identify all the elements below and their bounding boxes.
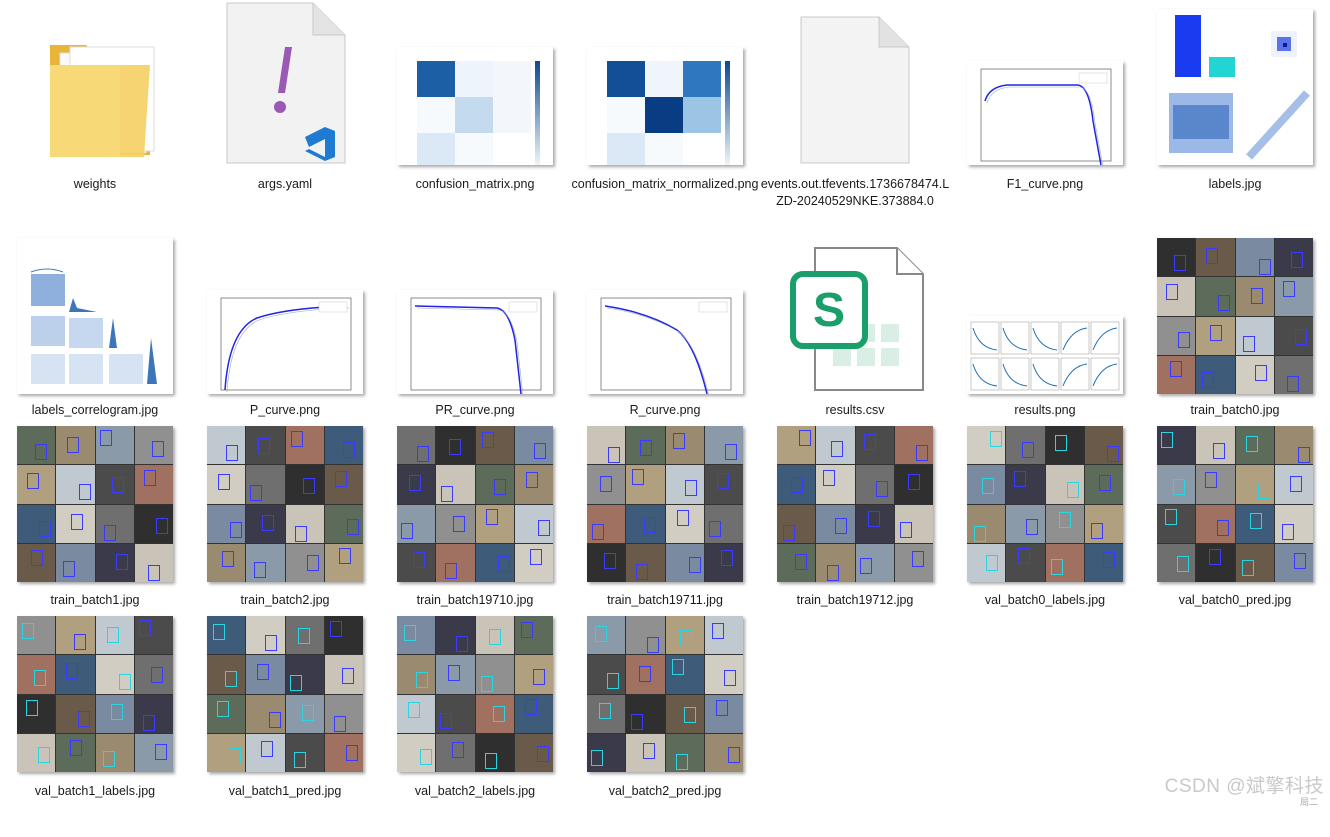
svg-text:S: S bbox=[813, 284, 845, 337]
file-thumbnail bbox=[190, 230, 380, 394]
file-name-label: results.csv bbox=[825, 403, 885, 417]
file-name-label: train_batch19711.jpg bbox=[607, 593, 723, 607]
file-thumbnail bbox=[0, 612, 190, 772]
file-name-label: confusion_matrix_normalized.png bbox=[571, 177, 759, 191]
file-name-label: val_batch0_labels.jpg bbox=[984, 593, 1106, 607]
file-name-label: val_batch2_pred.jpg bbox=[608, 784, 722, 798]
file-name-label: F1_curve.png bbox=[1006, 177, 1084, 191]
file-thumbnail bbox=[380, 5, 570, 165]
spreadsheet-icon: S bbox=[790, 247, 924, 391]
file-item[interactable]: args.yaml bbox=[190, 2, 380, 230]
photo-mosaic-thumbnail bbox=[397, 426, 553, 582]
file-thumbnail bbox=[760, 5, 950, 165]
file-thumbnail bbox=[190, 2, 380, 165]
folder-icon bbox=[50, 45, 155, 157]
file-item[interactable]: val_batch2_pred.jpg bbox=[570, 612, 760, 837]
document-icon bbox=[800, 16, 910, 164]
file-name-label: val_batch1_pred.jpg bbox=[228, 784, 342, 798]
file-thumbnail bbox=[950, 422, 1140, 582]
file-name-label: weights bbox=[73, 177, 117, 191]
confusion-matrix-thumbnail bbox=[417, 61, 540, 165]
file-thumbnail: S bbox=[760, 230, 950, 394]
file-item[interactable]: val_batch2_labels.jpg bbox=[380, 612, 570, 837]
photo-mosaic-thumbnail bbox=[207, 426, 363, 582]
file-name-label: PR_curve.png bbox=[435, 403, 515, 417]
file-name-label: confusion_matrix.png bbox=[415, 177, 535, 191]
file-item[interactable]: labels.jpg bbox=[1140, 5, 1330, 230]
file-thumbnail bbox=[1140, 5, 1330, 165]
file-name-label: events.out.tfevents.1736678474.LZD-20240… bbox=[760, 177, 950, 208]
file-thumbnail bbox=[380, 612, 570, 772]
file-thumbnail bbox=[1140, 230, 1330, 394]
corner-mark: 局二 bbox=[1299, 797, 1318, 807]
file-name-label: args.yaml bbox=[257, 177, 313, 191]
file-name-label: labels.jpg bbox=[1208, 177, 1262, 191]
photo-mosaic-thumbnail bbox=[17, 616, 173, 772]
file-thumbnail bbox=[570, 422, 760, 582]
curve-thumbnail bbox=[980, 68, 1112, 165]
file-name-label: R_curve.png bbox=[629, 403, 701, 417]
correlogram-thumbnail bbox=[30, 268, 157, 384]
yaml-file-icon bbox=[226, 2, 346, 164]
file-name-label: val_batch1_labels.jpg bbox=[34, 784, 156, 798]
file-thumbnail bbox=[570, 5, 760, 165]
file-name-label: val_batch2_labels.jpg bbox=[414, 784, 536, 798]
file-item[interactable]: weights bbox=[0, 5, 190, 230]
photo-mosaic-thumbnail bbox=[397, 616, 553, 772]
watermark: CSDN @斌擎科技 bbox=[1164, 776, 1324, 797]
curve-thumbnail bbox=[600, 297, 732, 394]
file-thumbnail bbox=[190, 612, 380, 772]
file-item[interactable]: confusion_matrix_normalized.png bbox=[570, 5, 760, 230]
file-item[interactable]: val_batch0_labels.jpg bbox=[950, 422, 1140, 646]
photo-mosaic-thumbnail bbox=[17, 426, 173, 582]
file-thumbnail bbox=[0, 5, 190, 165]
photo-mosaic-thumbnail bbox=[207, 616, 363, 772]
file-name-label: train_batch19710.jpg bbox=[416, 593, 534, 607]
file-name-label: val_batch0_pred.jpg bbox=[1178, 593, 1292, 607]
file-thumbnail bbox=[760, 422, 950, 582]
photo-mosaic-thumbnail bbox=[587, 616, 743, 772]
file-item[interactable]: confusion_matrix.png bbox=[380, 5, 570, 230]
confusion-matrix-thumbnail bbox=[607, 61, 730, 165]
file-thumbnail bbox=[570, 230, 760, 394]
file-item[interactable]: val_batch0_pred.jpg bbox=[1140, 422, 1330, 646]
file-thumbnail bbox=[950, 5, 1140, 165]
file-name-label: results.png bbox=[1014, 403, 1076, 417]
photo-mosaic-thumbnail bbox=[1157, 238, 1313, 394]
photo-mosaic-thumbnail bbox=[967, 426, 1123, 582]
file-item[interactable]: F1_curve.png bbox=[950, 5, 1140, 230]
curve-thumbnail bbox=[410, 297, 542, 394]
file-thumbnail bbox=[0, 230, 190, 394]
file-thumbnail bbox=[0, 422, 190, 582]
photo-mosaic-thumbnail bbox=[1157, 426, 1313, 582]
file-name-label: train_batch0.jpg bbox=[1190, 403, 1280, 417]
curve-thumbnail bbox=[220, 297, 352, 393]
photo-mosaic-thumbnail bbox=[587, 426, 743, 582]
file-item[interactable]: train_batch19712.jpg bbox=[760, 422, 950, 646]
file-thumbnail bbox=[380, 422, 570, 582]
file-thumbnail bbox=[950, 230, 1140, 394]
results-thumbnail bbox=[970, 321, 1120, 391]
file-thumbnail bbox=[380, 230, 570, 394]
file-thumbnail bbox=[190, 422, 380, 582]
file-name-label: labels_correlogram.jpg bbox=[31, 403, 159, 417]
file-name-label: train_batch1.jpg bbox=[50, 593, 140, 607]
labels-thumbnail bbox=[1169, 15, 1310, 160]
file-name-label: train_batch2.jpg bbox=[240, 593, 330, 607]
file-thumbnail bbox=[1140, 422, 1330, 582]
file-thumbnail bbox=[570, 612, 760, 772]
photo-mosaic-thumbnail bbox=[777, 426, 933, 582]
file-item[interactable]: val_batch1_pred.jpg bbox=[190, 612, 380, 837]
file-name-label: train_batch19712.jpg bbox=[796, 593, 914, 607]
file-name-label: P_curve.png bbox=[249, 403, 321, 417]
file-item[interactable]: events.out.tfevents.1736678474.LZD-20240… bbox=[760, 5, 950, 230]
file-item[interactable]: val_batch1_labels.jpg bbox=[0, 612, 190, 837]
